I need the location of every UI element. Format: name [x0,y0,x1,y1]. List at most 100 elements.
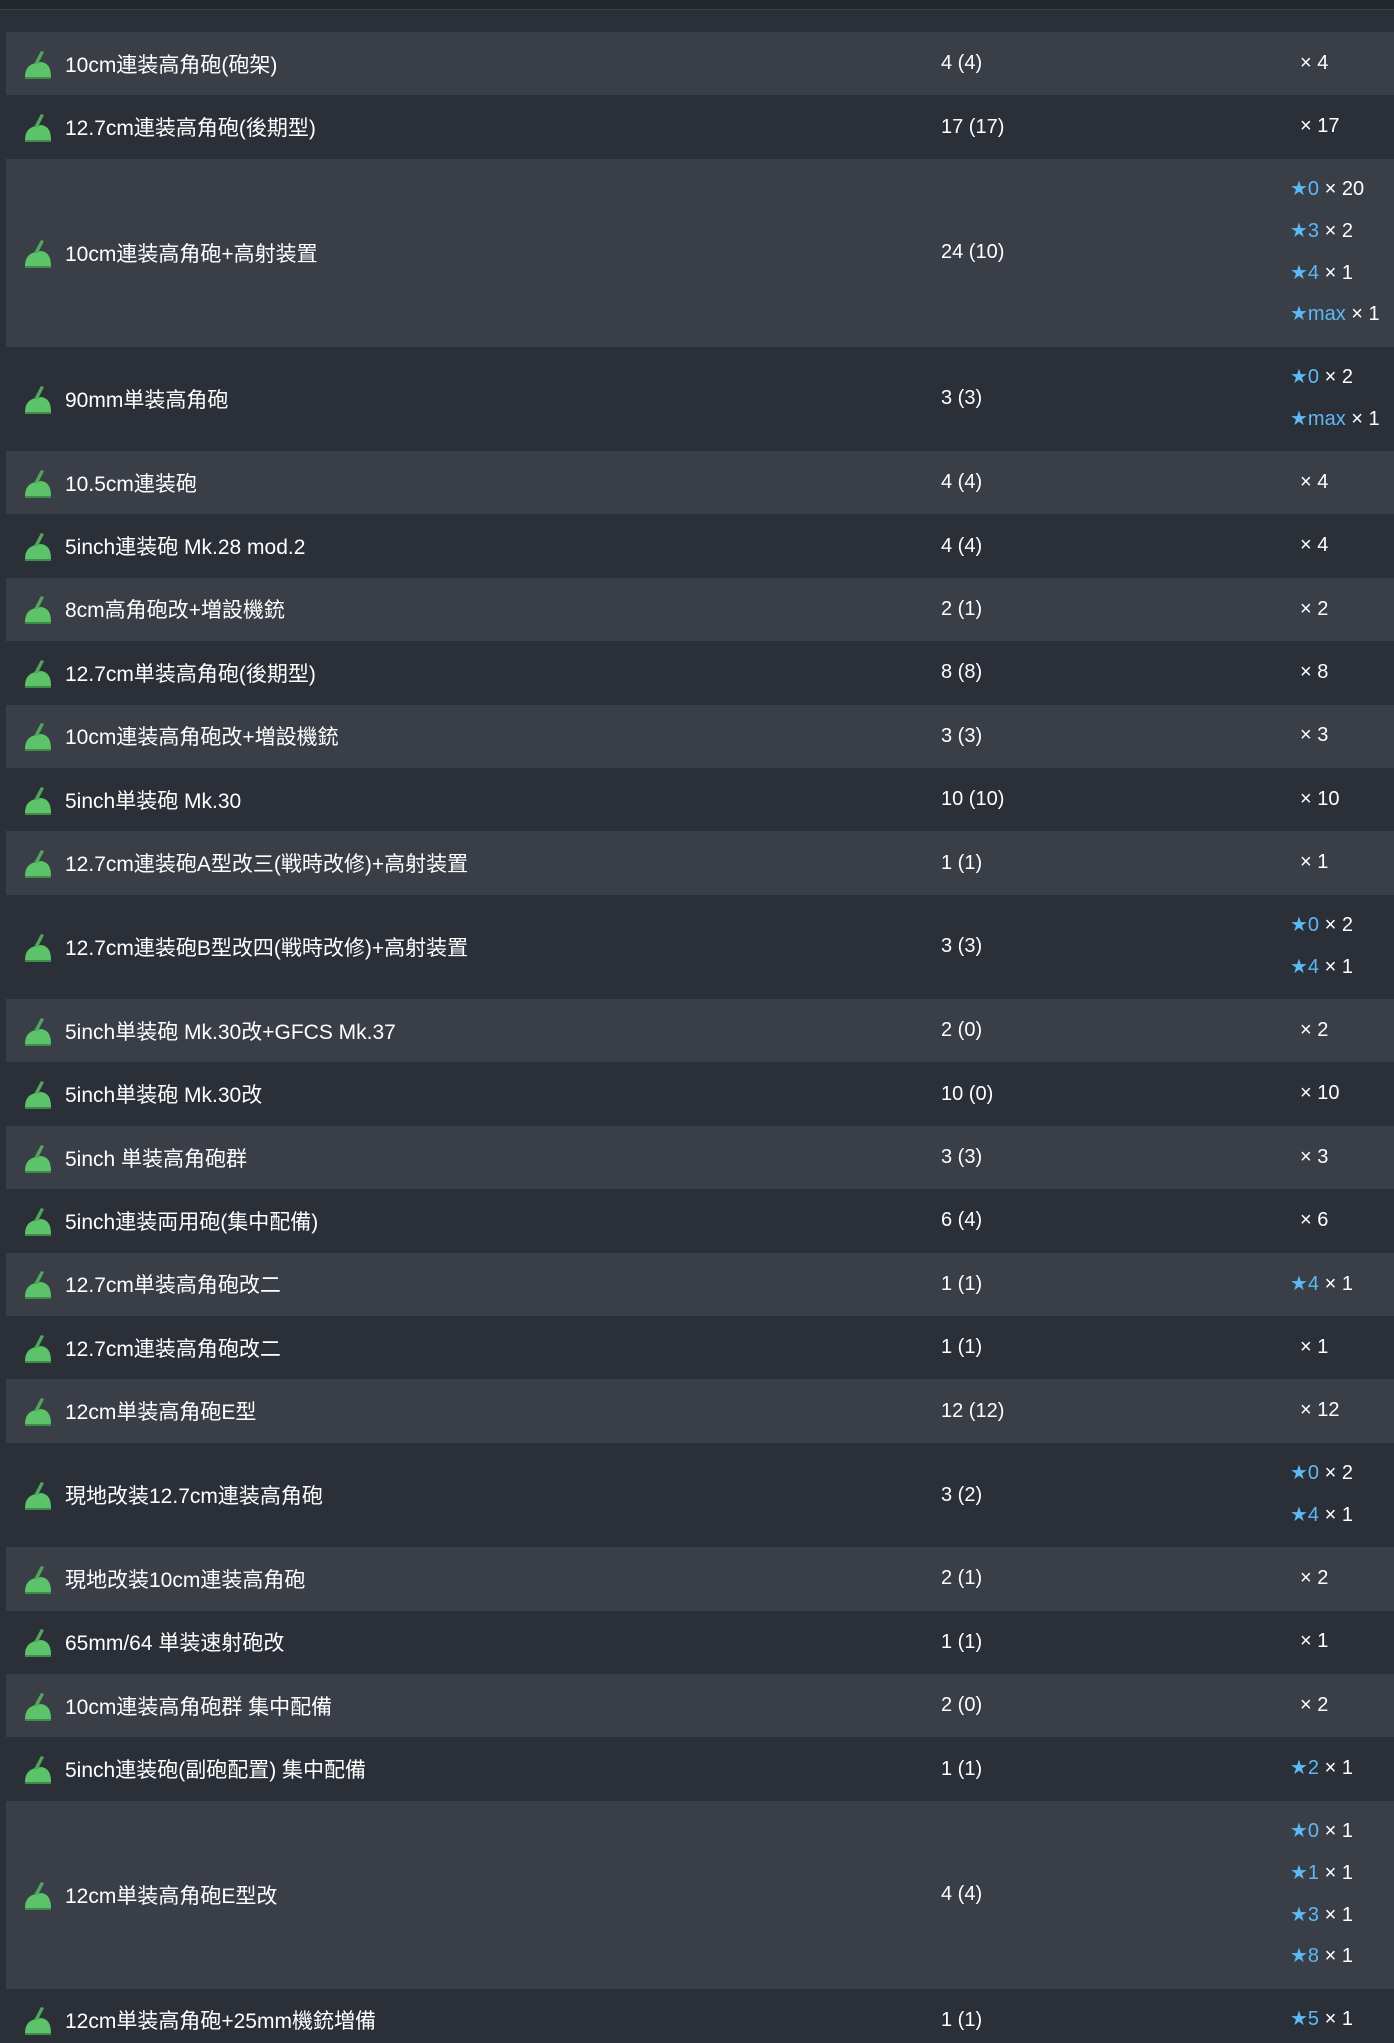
quantity-label: × 1 [1324,1820,1353,1843]
list-item[interactable]: 12.7cm連装高角砲(後期型) 17 (17) × 17 [6,95,1394,159]
high-angle-gun-icon [25,1144,51,1173]
improvement-breakdown: × 2 [1290,999,1328,1062]
improvement-level-line: × 6 [1290,1200,1328,1242]
list-item[interactable]: 5inch連装砲 Mk.28 mod.2 4 (4) × 4 [6,514,1394,578]
list-item[interactable]: 5inch連装両用砲(集中配備) 6 (4) × 6 [6,1189,1394,1253]
item-name-cell: 12.7cm連装高角砲改二 [6,1316,926,1379]
quantity-label: × 1 [1351,303,1380,326]
quantity-label: × 1 [1300,1630,1329,1653]
list-item[interactable]: 5inch単装砲 Mk.30改+GFCS Mk.37 2 (0) × 2 [6,999,1394,1063]
high-angle-gun-icon [25,1081,51,1110]
list-item[interactable]: 10.5cm連装砲 4 (4) × 4 [6,450,1394,515]
list-item[interactable]: 12.7cm単装高角砲改二 1 (1) ★4 × 1 [6,1252,1394,1317]
improvement-level-line: ★max × 1 [1290,294,1380,336]
high-angle-gun-icon [25,533,51,562]
high-angle-gun-icon [25,2007,51,2036]
improvement-level-line: × 1 [1290,1621,1328,1663]
item-count: 4 (4) [941,471,983,494]
improvement-level-line: ★4 × 1 [1290,947,1353,989]
item-name: 90mm単装高角砲 [65,388,229,412]
list-item[interactable]: 12cm単装高角砲E型 12 (12) × 12 [6,1379,1394,1443]
quantity-label: × 8 [1300,660,1329,683]
item-name-cell: 12cm単装高角砲E型改 [6,1801,926,1989]
item-name-cell: 10.5cm連装砲 [6,451,926,514]
list-item[interactable]: 5inch 単装高角砲群 3 (3) × 3 [6,1125,1394,1190]
item-name: 65mm/64 単装速射砲改 [65,1632,285,1656]
improvement-level-line: × 3 [1290,715,1328,757]
list-item[interactable]: 5inch単装砲 Mk.30改 10 (0) × 10 [6,1062,1394,1126]
improvement-level-line: ★1 × 1 [1290,1853,1353,1895]
quantity-label: × 2 [1300,597,1329,620]
improvement-breakdown: × 8 [1290,641,1328,704]
high-angle-gun-icon [25,933,51,962]
star-level-label: ★4 [1290,1272,1320,1295]
star-level-label: ★0 [1290,1462,1320,1485]
improvement-breakdown: × 1 [1290,1316,1328,1379]
quantity-label: × 1 [1324,955,1353,978]
high-angle-gun-icon [25,1629,51,1658]
quantity-label: × 1 [1324,1757,1353,1780]
improvement-level-line: × 10 [1290,779,1339,821]
list-item[interactable]: 65mm/64 単装速射砲改 1 (1) × 1 [6,1610,1394,1674]
high-angle-gun-icon [25,1271,51,1300]
item-name: 10cm連装高角砲(砲架) [65,53,278,77]
improvement-level-line: ★0 × 20 [1290,169,1380,211]
high-angle-gun-icon [25,114,51,143]
improvement-breakdown: × 12 [1290,1379,1339,1442]
list-item[interactable]: 5inch連装砲(副砲配置) 集中配備 1 (1) ★2 × 1 [6,1737,1394,1801]
list-item[interactable]: 12cm単装高角砲E型改 4 (4) ★0 × 1 ★1 × 1 ★3 × 1 ★8 … [6,1800,1394,1989]
item-name-cell: 5inch単装砲 Mk.30改+GFCS Mk.37 [6,999,926,1062]
list-item[interactable]: 8cm高角砲改+増設機銃 2 (1) × 2 [6,577,1394,642]
item-name-cell: 12.7cm単装高角砲改二 [6,1253,926,1316]
item-name: 10cm連装高角砲改+増設機銃 [65,726,339,750]
improvement-level-line: ★8 × 1 [1290,1936,1353,1978]
list-item[interactable]: 現地改装10cm連装高角砲 2 (1) × 2 [6,1547,1394,1611]
item-count: 1 (1) [941,1272,983,1295]
quantity-label: × 1 [1324,1861,1353,1884]
item-name-cell: 5inch単装砲 Mk.30改 [6,1062,926,1125]
list-item[interactable]: 10cm連装高角砲(砲架) 4 (4) × 4 [6,32,1394,96]
list-item[interactable]: 90mm単装高角砲 3 (3) ★0 × 2 ★max × 1 [6,346,1394,451]
item-count: 3 (2) [941,1483,983,1506]
item-count: 3 (3) [941,724,983,747]
improvement-level-line: ★max × 1 [1290,399,1380,441]
item-name: 12.7cm単装高角砲改二 [65,1274,281,1298]
list-item[interactable]: 12.7cm連装砲A型改三(戦時改修)+高射装置 1 (1) × 1 [6,831,1394,895]
improvement-breakdown: × 3 [1290,705,1328,768]
list-item[interactable]: 12cm単装高角砲+25mm機銃増備 1 (1) ★5 × 1 [6,1988,1394,2043]
list-item[interactable]: 12.7cm連装砲B型改四(戦時改修)+高射装置 3 (3) ★0 × 2 ★4 … [6,894,1394,1000]
improvement-level-line: ★2 × 1 [1290,1748,1353,1790]
item-count: 2 (0) [941,1694,983,1717]
list-item[interactable]: 10cm連装高角砲群 集中配備 2 (0) × 2 [6,1674,1394,1738]
item-name: 5inch連装砲(副砲配置) 集中配備 [65,1759,367,1783]
item-name: 5inch 単装高角砲群 [65,1147,248,1171]
quantity-label: × 1 [1324,261,1353,284]
star-level-label: ★5 [1290,2008,1320,2031]
item-name: 12.7cm連装砲B型改四(戦時改修)+高射装置 [65,936,469,960]
list-item[interactable]: 10cm連装高角砲+高射装置 24 (10) ★0 × 20 ★3 × 2 ★4 ×… [6,158,1394,347]
improvement-breakdown: ★0 × 2 ★4 × 1 [1290,895,1353,999]
quantity-label: × 12 [1300,1399,1340,1422]
star-level-label: ★max [1290,407,1346,430]
item-name-cell: 5inch単装砲 Mk.30 [6,768,926,831]
improvement-breakdown: ★0 × 1 ★1 × 1 ★3 × 1 ★8 × 1 [1290,1801,1353,1989]
quantity-label: × 3 [1300,1145,1329,1168]
improvement-level-line: × 2 [1290,1010,1328,1052]
high-angle-gun-icon [25,1017,51,1046]
improvement-breakdown: × 2 [1290,1674,1328,1737]
item-count: 2 (0) [941,1019,983,1042]
improvement-level-line: × 8 [1290,652,1328,694]
item-name: 12cm単装高角砲+25mm機銃増備 [65,2010,376,2034]
list-item[interactable]: 現地改装12.7cm連装高角砲 3 (2) ★0 × 2 ★4 × 1 [6,1442,1394,1548]
item-count: 1 (1) [941,851,983,874]
list-item[interactable]: 12.7cm連装高角砲改二 1 (1) × 1 [6,1316,1394,1380]
item-count: 1 (1) [941,1757,983,1780]
improvement-breakdown: ★2 × 1 [1290,1737,1353,1800]
improvement-level-line: ★0 × 2 [1290,905,1353,947]
list-item[interactable]: 12.7cm単装高角砲(後期型) 8 (8) × 8 [6,641,1394,705]
item-name: 8cm高角砲改+増設機銃 [65,599,285,623]
item-name-cell: 10cm連装高角砲群 集中配備 [6,1674,926,1737]
list-item[interactable]: 5inch単装砲 Mk.30 10 (10) × 10 [6,767,1394,832]
list-item[interactable]: 10cm連装高角砲改+増設機銃 3 (3) × 3 [6,704,1394,768]
improvement-breakdown: × 6 [1290,1189,1328,1252]
